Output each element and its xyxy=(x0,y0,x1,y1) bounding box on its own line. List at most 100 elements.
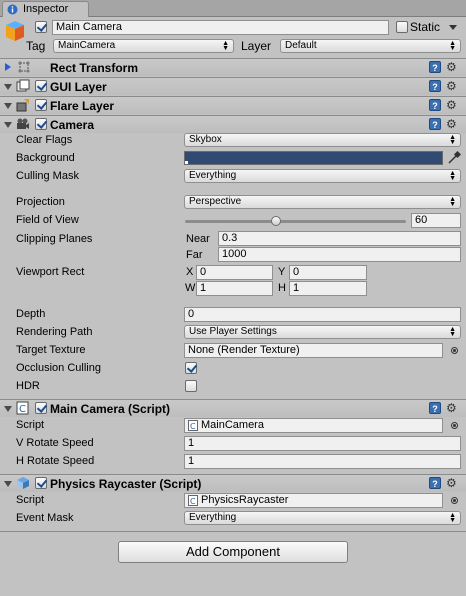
target-texture-label: Target Texture xyxy=(16,344,86,356)
viewport-x-label: X xyxy=(186,266,194,278)
physics-raycaster-header[interactable]: Physics Raycaster (Script) ? ⚙ xyxy=(0,474,466,492)
info-icon xyxy=(7,4,18,15)
background-color-swatch[interactable] xyxy=(184,151,443,165)
viewport-y-field[interactable]: 0 xyxy=(289,265,367,280)
culling-mask-value: Everything xyxy=(189,170,237,181)
viewport-w-field[interactable]: 1 xyxy=(196,281,273,296)
alpha-bar xyxy=(185,161,188,164)
flare-layer-icon xyxy=(16,99,29,112)
near-label: Near xyxy=(186,233,210,245)
foldout-closed-icon[interactable] xyxy=(5,63,11,71)
rendering-path-value: Use Player Settings xyxy=(189,326,277,337)
viewport-h-field[interactable]: 1 xyxy=(289,281,367,296)
gui-layer-icon xyxy=(16,79,30,92)
event-mask-dropdown[interactable]: Everything ▲ ▼ xyxy=(184,511,461,525)
svg-text:C: C xyxy=(190,422,196,431)
enabled-checkbox[interactable] xyxy=(35,99,47,111)
tag-label: Tag xyxy=(26,39,46,53)
near-field[interactable]: 0.3 xyxy=(218,231,461,246)
script-field[interactable]: MainCamera xyxy=(184,418,443,433)
updown-arrows-icon: ▲ ▼ xyxy=(449,170,456,182)
enabled-checkbox[interactable] xyxy=(35,477,47,489)
gui-layer-header[interactable]: GUI Layer ? ⚙ xyxy=(0,77,466,95)
component-title: Flare Layer xyxy=(50,99,115,113)
enabled-checkbox[interactable] xyxy=(35,118,47,130)
help-icon[interactable]: ? xyxy=(429,477,441,489)
h-rotate-speed-field[interactable]: 1 xyxy=(184,454,461,469)
foldout-open-icon[interactable] xyxy=(4,481,12,487)
svg-text:C: C xyxy=(190,497,196,506)
help-icon[interactable]: ? xyxy=(429,118,441,130)
foldout-open-icon[interactable] xyxy=(4,406,12,412)
updown-arrows-icon: ▲ ▼ xyxy=(222,40,229,52)
gear-icon[interactable]: ⚙ xyxy=(446,80,457,92)
main-camera-script-header[interactable]: C Main Camera (Script) ? ⚙ xyxy=(0,399,466,417)
script-value: MainCamera xyxy=(201,419,264,431)
gear-icon[interactable]: ⚙ xyxy=(446,99,457,111)
projection-dropdown[interactable]: Perspective ▲ ▼ xyxy=(184,195,461,209)
component-title: Rect Transform xyxy=(50,61,139,75)
component-title: Physics Raycaster (Script) xyxy=(50,477,202,491)
updown-arrows-icon: ▲ ▼ xyxy=(449,512,456,524)
v-rotate-speed-field[interactable]: 1 xyxy=(184,436,461,451)
occlusion-culling-checkbox[interactable] xyxy=(185,362,197,374)
script-value: PhysicsRaycaster xyxy=(201,494,289,506)
script-icon: C xyxy=(16,401,29,415)
depth-field[interactable]: 0 xyxy=(184,307,461,322)
culling-mask-dropdown[interactable]: Everything ▲ ▼ xyxy=(184,169,461,183)
viewport-rect-label: Viewport Rect xyxy=(16,266,85,278)
viewport-h-label: H xyxy=(278,282,286,294)
flare-layer-header[interactable]: Flare Layer ? ⚙ xyxy=(0,96,466,114)
help-icon[interactable]: ? xyxy=(429,402,441,414)
divider xyxy=(0,531,466,532)
gear-icon[interactable]: ⚙ xyxy=(446,477,457,489)
object-name-field[interactable]: Main Camera xyxy=(52,20,389,35)
hdr-checkbox[interactable] xyxy=(185,380,197,392)
enabled-checkbox[interactable] xyxy=(35,402,47,414)
layer-dropdown[interactable]: Default ▲ ▼ xyxy=(280,39,461,53)
tab-inspector[interactable]: Inspector xyxy=(2,1,89,17)
target-texture-field[interactable]: None (Render Texture) xyxy=(184,343,443,358)
component-title: Main Camera (Script) xyxy=(50,402,171,416)
viewport-x-field[interactable]: 0 xyxy=(196,265,273,280)
physics-raycaster-icon xyxy=(17,477,29,489)
fov-slider-track[interactable] xyxy=(185,220,406,223)
object-picker-icon[interactable] xyxy=(451,347,458,354)
depth-label: Depth xyxy=(16,308,46,320)
script-field[interactable]: PhysicsRaycaster xyxy=(184,493,443,508)
object-picker-icon[interactable] xyxy=(451,497,458,504)
updown-arrows-icon: ▲ ▼ xyxy=(449,134,456,146)
far-field[interactable]: 1000 xyxy=(218,247,461,262)
clear-flags-dropdown[interactable]: Skybox ▲ ▼ xyxy=(184,133,461,147)
foldout-open-icon[interactable] xyxy=(4,84,12,90)
static-dropdown[interactable] xyxy=(446,19,460,33)
eyedropper-icon[interactable] xyxy=(447,151,461,165)
help-icon[interactable]: ? xyxy=(429,80,441,92)
updown-arrows-icon: ▲ ▼ xyxy=(449,40,456,52)
enabled-checkbox[interactable] xyxy=(35,80,47,92)
foldout-open-icon[interactable] xyxy=(4,122,12,128)
gear-icon[interactable]: ⚙ xyxy=(446,61,457,73)
projection-label: Projection xyxy=(16,196,65,208)
rendering-path-dropdown[interactable]: Use Player Settings ▲ ▼ xyxy=(184,325,461,339)
static-checkbox[interactable] xyxy=(396,21,408,33)
fov-slider-thumb[interactable] xyxy=(270,216,281,226)
foldout-open-icon[interactable] xyxy=(4,103,12,109)
rect-transform-header[interactable]: Rect Transform ? ⚙ xyxy=(0,58,466,76)
help-icon[interactable]: ? xyxy=(429,99,441,111)
v-rotate-speed-label: V Rotate Speed xyxy=(16,437,94,449)
script-file-icon: C xyxy=(188,420,198,431)
occlusion-culling-label: Occlusion Culling xyxy=(16,362,101,374)
gameobject-cube-icon xyxy=(6,21,24,41)
camera-header[interactable]: Camera ? ⚙ xyxy=(0,115,466,133)
add-component-button[interactable]: Add Component xyxy=(118,541,348,563)
fov-field[interactable]: 60 xyxy=(411,213,461,228)
tag-dropdown[interactable]: MainCamera ▲ ▼ xyxy=(53,39,234,53)
gear-icon[interactable]: ⚙ xyxy=(446,118,457,130)
tab-label: Inspector xyxy=(23,3,69,15)
active-checkbox[interactable] xyxy=(35,21,47,33)
help-icon[interactable]: ? xyxy=(429,61,441,73)
viewport-w-label: W xyxy=(185,282,196,294)
gear-icon[interactable]: ⚙ xyxy=(446,402,457,414)
object-picker-icon[interactable] xyxy=(451,422,458,429)
